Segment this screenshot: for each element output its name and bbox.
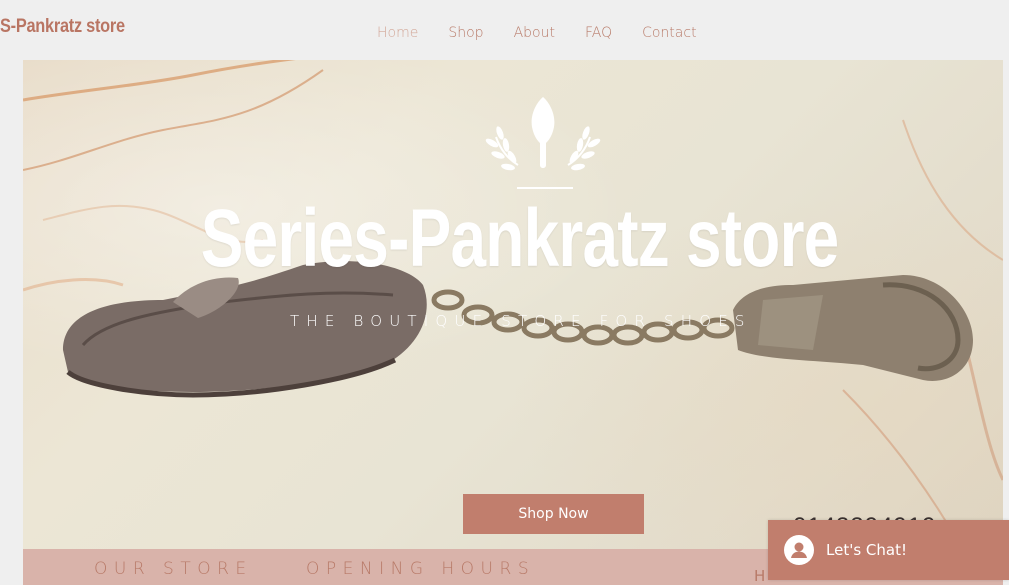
shop-now-button[interactable]: Shop Now <box>463 494 644 534</box>
hero-title: Series-Pankratz store <box>200 193 840 284</box>
opening-hours-heading: OPENING HOURS <box>306 559 536 579</box>
nav-faq[interactable]: FAQ <box>585 25 612 41</box>
nav-shop[interactable]: Shop <box>448 25 483 41</box>
nav-home[interactable]: Home <box>377 25 418 41</box>
chat-label: Let's Chat! <box>826 541 907 559</box>
hero-banner: Series-Pankratz store THE BOUTIQUE STORE… <box>23 60 1003 550</box>
our-store-heading: OUR STORE <box>94 559 253 579</box>
user-avatar-icon <box>784 535 814 565</box>
partial-heading: H <box>754 567 770 585</box>
laurel-spade-icon <box>485 97 601 171</box>
main-navigation: Home Shop About FAQ Contact <box>377 25 727 41</box>
chat-widget-button[interactable]: Let's Chat! <box>768 520 1009 580</box>
brand-logo-text[interactable]: S-Pankratz store <box>0 16 125 38</box>
nav-contact[interactable]: Contact <box>642 25 696 41</box>
hero-subtitle: THE BOUTIQUE STORE FOR SHOES <box>290 312 752 330</box>
divider <box>517 187 573 189</box>
nav-about[interactable]: About <box>514 25 555 41</box>
